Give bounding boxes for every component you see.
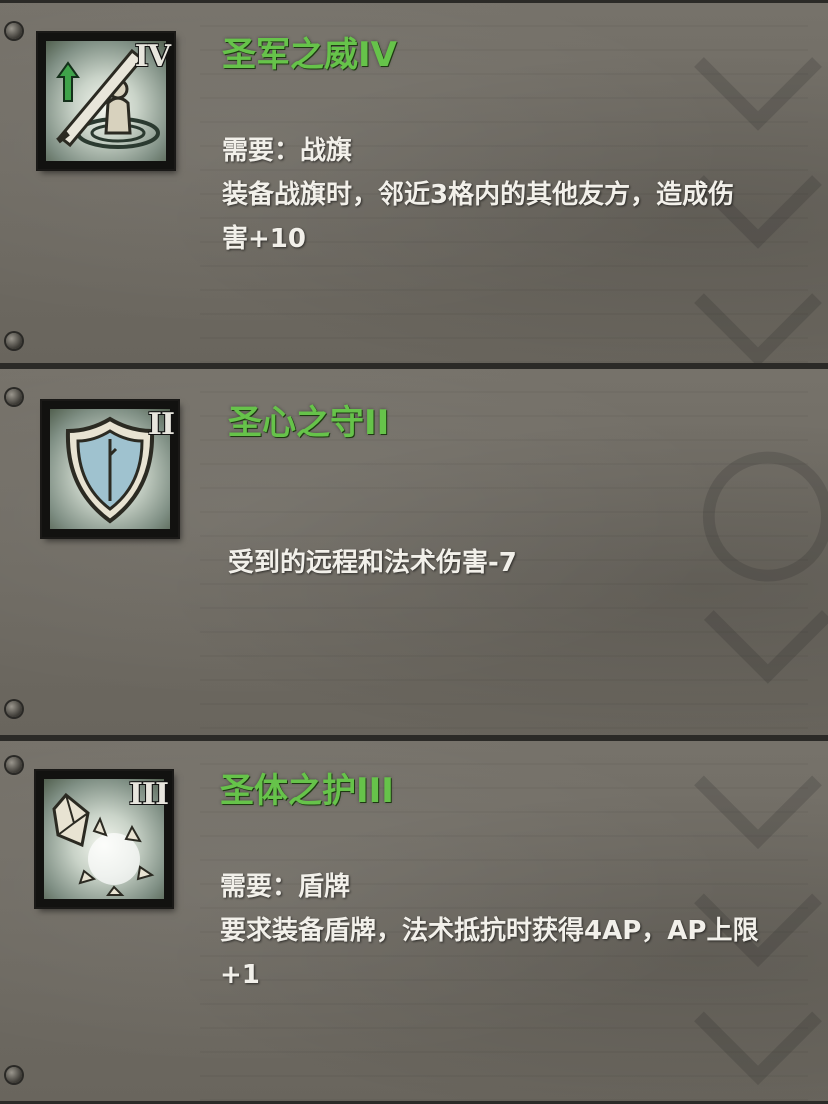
skill-description-line: 害+10 xyxy=(222,224,306,254)
rank-numeral: II xyxy=(147,407,175,442)
skill-description-line: 装备战旗时，邻近3格内的其他友方，造成伤 xyxy=(222,180,735,210)
skill-title: 圣体之护III xyxy=(220,771,394,811)
skill-icon-frame[interactable]: IV xyxy=(38,33,174,169)
skill-description-line: 受到的远程和法术伤害-7 xyxy=(228,548,517,578)
skill-card-2[interactable]: II 圣心之守II 受到的远程和法术伤害-7 xyxy=(0,366,828,738)
skill-icon-frame[interactable]: III xyxy=(36,771,172,907)
skill-title: 圣军之威IV xyxy=(222,35,397,75)
skill-requirement: 需要：盾牌 xyxy=(220,872,351,902)
rivet xyxy=(6,23,22,39)
rivet xyxy=(6,701,22,717)
skill-description-line: +1 xyxy=(220,960,260,990)
rivet xyxy=(6,757,22,773)
skill-card-3[interactable]: III 圣体之护III 需要：盾牌 要求装备盾牌，法术抵抗时获得4AP，AP上限… xyxy=(0,738,828,1104)
skill-icon-frame[interactable]: II xyxy=(42,401,178,537)
rank-numeral: III xyxy=(128,777,169,812)
rivet xyxy=(6,333,22,349)
rank-numeral: IV xyxy=(134,39,171,74)
rivet xyxy=(6,1067,22,1083)
skill-card-1[interactable]: IV 圣军之威IV 需要：战旗 装备战旗时，邻近3格内的其他友方，造成伤 害+1… xyxy=(0,0,828,366)
skill-description-line: 要求装备盾牌，法术抵抗时获得4AP，AP上限 xyxy=(220,916,759,946)
skill-title: 圣心之守II xyxy=(228,403,390,443)
skill-requirement: 需要：战旗 xyxy=(222,136,353,166)
rivet xyxy=(6,389,22,405)
ornament-decoration xyxy=(702,451,828,684)
